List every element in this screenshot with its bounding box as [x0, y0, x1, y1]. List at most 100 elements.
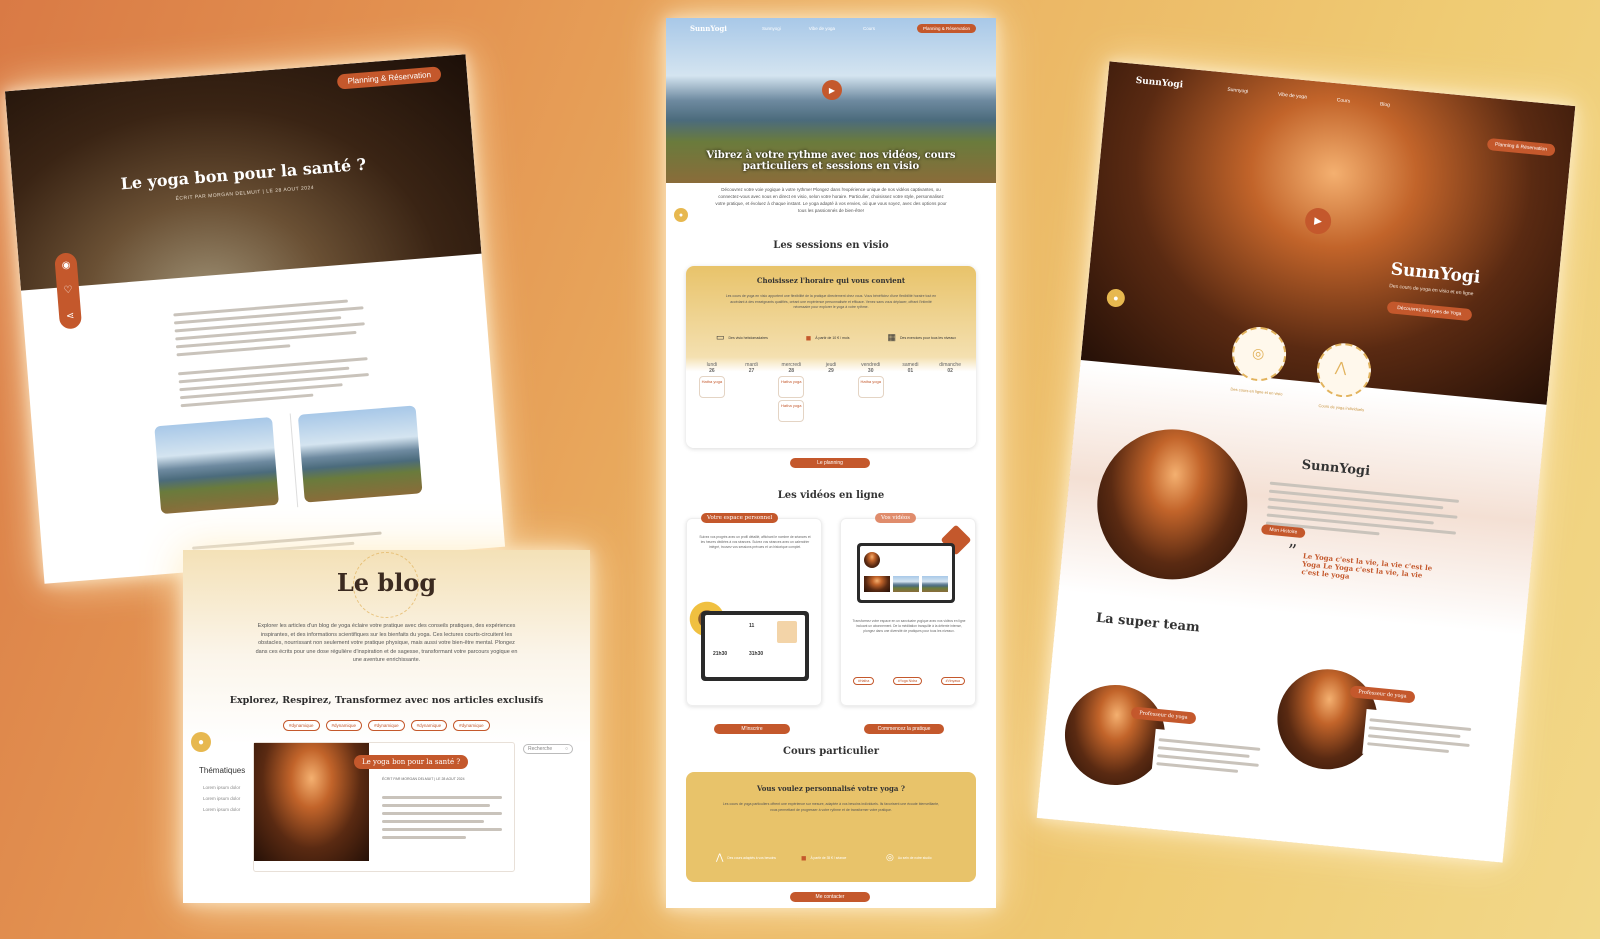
signup-button[interactable]: M'inscrire — [714, 724, 790, 734]
video-thumb[interactable] — [922, 576, 948, 592]
video-thumb[interactable] — [893, 576, 919, 592]
sun-label: Cours de yoga individuels — [1318, 402, 1365, 413]
user-avatar-icon[interactable]: ● — [1106, 288, 1126, 308]
blog-title: Le blog — [336, 568, 437, 597]
tag-chip[interactable]: #dynamique — [325, 720, 363, 731]
sidebar-item[interactable]: Lorem ipsum dolor — [203, 793, 240, 804]
tag-chip[interactable]: #dynamique — [368, 720, 405, 731]
blog-intro: Explorer les articles d'un blog de yoga … — [255, 623, 518, 663]
session-slot[interactable]: Hatha yoga — [778, 376, 805, 398]
play-icon[interactable]: ▶ — [822, 80, 842, 100]
laptop-mockup — [857, 543, 955, 603]
tv-icon: ▭ — [716, 332, 725, 342]
planning-cta[interactable]: Planning & Réservation — [337, 66, 442, 90]
team-text-2 — [1362, 708, 1477, 765]
private-box-title: Vous voulez personnalisé votre yoga ? — [756, 784, 906, 793]
private-features: ⋀ Des cours adaptés à vos besoins ■ À part… — [716, 852, 956, 863]
practice-button[interactable]: Commencez la pratique — [864, 724, 944, 734]
calendar-week: lundi mardi mercredi jeudi vendredi same… — [692, 362, 970, 424]
play-icon[interactable]: ▶ — [1303, 206, 1333, 236]
blog-subtitle: Explorez, Respirez, Transformez avec nos… — [229, 695, 544, 706]
team-title: La super team — [1095, 610, 1201, 636]
video-thumb[interactable] — [864, 576, 890, 592]
dashboard-calendar — [777, 621, 797, 643]
center-planning-cta[interactable]: Planning & Réservation — [916, 24, 976, 33]
contact-button[interactable]: Me contacter — [790, 892, 870, 902]
private-title: Cours particulier — [782, 746, 880, 757]
tag-chip[interactable]: #dynamique — [283, 720, 320, 731]
feature-label: Des exercices pour tous les niveaux — [899, 335, 956, 340]
post-excerpt — [382, 791, 502, 844]
nav-item[interactable]: Blog — [1380, 101, 1391, 108]
session-slot[interactable]: Hatha yoga — [857, 376, 884, 398]
post-title[interactable]: Le yoga bon pour la santé ? — [354, 755, 469, 769]
sessions-features: ▭ Des visio hebdomadaires ■ À partir de 10… — [716, 332, 956, 343]
blog-tags: #dynamique #dynamique #dynamique #dynami… — [283, 720, 493, 731]
right-hero-title: SunnYogi — [1389, 259, 1482, 288]
search-input[interactable]: Recherche ○ — [523, 744, 573, 754]
eye-icon[interactable]: ◉ — [61, 260, 71, 272]
nav-item[interactable]: Cours — [1336, 97, 1350, 104]
yoga-pose-icon: ⋀ — [716, 852, 724, 862]
space-card: Votre espace personnel Suivez vos progrè… — [686, 513, 822, 706]
sessions-box-text: Les cours de yoga en visio apportent une… — [725, 294, 937, 309]
dashboard-stat: 31h30 — [749, 651, 764, 657]
discover-button[interactable]: Découvrez les types de Yoga — [1386, 301, 1472, 322]
nav-item[interactable]: Sunnyogi — [1227, 87, 1248, 95]
planning-button[interactable]: Le planning — [790, 458, 870, 468]
center-hero: SunnYogi Sunnyogi Vibe de yoga Cours Pla… — [666, 18, 996, 183]
quote-mark: ” — [1286, 540, 1298, 563]
right-logo[interactable]: SunnYogi — [1135, 76, 1183, 91]
right-hero-sub: Des cours de yoga en visio et en ligne — [1388, 283, 1474, 298]
center-intro: Découvrez votre voie yogique à votre ryt… — [715, 187, 947, 213]
space-label: Votre espace personnel — [701, 513, 779, 523]
right-nav: Sunnyogi Vibe de yoga Cours Blog — [1227, 87, 1390, 109]
video-tag[interactable]: #Hatha — [853, 677, 875, 685]
laptop-mockup: 11 21h30 31h30 — [701, 611, 809, 681]
user-avatar-icon[interactable]: ● — [191, 732, 211, 752]
nav-item[interactable]: Vibe de yoga — [809, 26, 835, 31]
feature-label: À partir de 10 € / mois — [815, 335, 850, 340]
quote-text: Le Yoga c'est la vie, la vie c'est le Yo… — [1301, 551, 1433, 581]
sessions-box: Choisissez l'horaire qui vous convient L… — [686, 266, 976, 448]
private-feature-label: À partir de 35 € / séance — [810, 855, 847, 860]
videos-card: Vos vidéos Transformez votre espace en u… — [840, 513, 976, 706]
search-placeholder: Recherche — [528, 746, 553, 752]
session-slot[interactable]: Hatha yoga — [698, 376, 725, 398]
videos-label: Vos vidéos — [875, 513, 917, 523]
private-feature-label: Au sein de notre studio — [897, 855, 932, 860]
sessions-title: Les sessions en visio — [773, 240, 889, 251]
sidebar-title: Thématiques — [199, 766, 246, 775]
nav-item[interactable]: Vibe de yoga — [1278, 92, 1308, 101]
blog-article-mockup: Planning & Réservation Le yoga bon pour … — [4, 54, 506, 584]
user-avatar-icon[interactable]: ● — [674, 208, 688, 222]
share-icon[interactable]: ⋖ — [66, 310, 75, 322]
about-image — [1090, 422, 1255, 587]
search-icon: ○ — [564, 746, 568, 752]
video-tag[interactable]: #Yoga Nidra — [892, 677, 923, 685]
heart-icon[interactable]: ♡ — [63, 285, 73, 297]
center-logo[interactable]: SunnYogi — [690, 24, 727, 33]
sidebar-item[interactable]: Lorem ipsum dolor — [203, 782, 240, 793]
yoga-pose-icon: ⋀ — [1334, 358, 1348, 376]
profile-avatar — [864, 552, 880, 568]
right-planning-cta[interactable]: Planning & Réservation — [1486, 137, 1556, 157]
private-box: Vous voulez personnalisé votre yoga ? Le… — [686, 772, 976, 882]
video-tag[interactable]: #Vinyasa — [940, 677, 965, 685]
blog-home-mockup: Le blog Explorer les articles d'un blog … — [183, 550, 590, 903]
tag-chip[interactable]: #dynamique — [410, 720, 448, 731]
sidebar-item[interactable]: Lorem ipsum dolor — [203, 804, 240, 815]
dashboard-stat: 21h30 — [713, 651, 728, 657]
center-nav: Sunnyogi Vibe de yoga Cours — [762, 26, 875, 31]
feature-label: Des visio hebdomadaires — [728, 335, 768, 340]
nav-item[interactable]: Cours — [863, 26, 875, 31]
location-pin-icon: ◎ — [886, 852, 894, 862]
sessions-page-mockup: SunnYogi Sunnyogi Vibe de yoga Cours Pla… — [666, 18, 996, 908]
article-body — [173, 293, 371, 412]
space-text: Suivez vos progrès avec un profil détail… — [699, 535, 811, 549]
session-slot[interactable]: Hatha yoga — [778, 400, 805, 422]
article-hero: Planning & Réservation Le yoga bon pour … — [4, 54, 482, 291]
post-card[interactable]: Le yoga bon pour la santé ? ÉCRIT PAR MO… — [253, 742, 515, 872]
tag-chip[interactable]: #dynamique — [453, 720, 490, 731]
nav-item[interactable]: Sunnyogi — [762, 26, 781, 31]
